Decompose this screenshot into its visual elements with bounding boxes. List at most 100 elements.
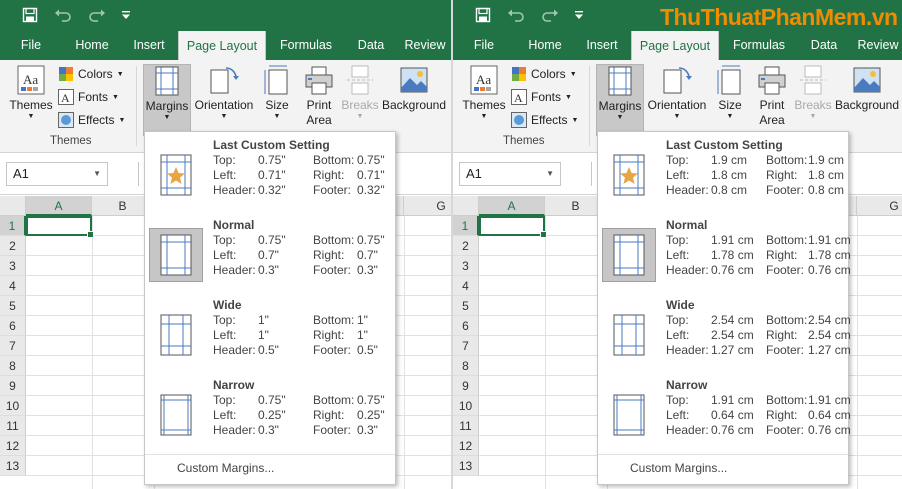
- column-header[interactable]: G: [404, 196, 451, 216]
- active-cell[interactable]: [479, 216, 547, 238]
- undo-icon[interactable]: [50, 5, 76, 25]
- column-header[interactable]: G: [857, 196, 902, 216]
- effects-button[interactable]: Effects ▼: [58, 110, 125, 130]
- tab-home[interactable]: Home: [64, 30, 120, 60]
- print-area-button[interactable]: Print Area: [754, 64, 790, 132]
- footer-value: 0.8 cm: [808, 183, 845, 197]
- right-value: 0.64 cm: [808, 408, 851, 422]
- row-header[interactable]: 4: [0, 276, 26, 296]
- margin-option-normal[interactable]: Normal Top: 1.91 cm Bottom: 1.91 cm Left…: [598, 212, 851, 292]
- themes-button[interactable]: Aa Themes ▼: [8, 64, 54, 132]
- margin-option-wide[interactable]: Wide Top: 1" Bottom: 1" Left: 1" Right: …: [145, 292, 395, 372]
- normal-margins-icon: [149, 228, 203, 282]
- tab-file[interactable]: File: [12, 30, 50, 60]
- breaks-button[interactable]: Breaks ▼: [341, 64, 379, 132]
- orientation-button[interactable]: Orientation ▼: [646, 64, 708, 132]
- row-header[interactable]: 5: [0, 296, 26, 316]
- row-header[interactable]: 9: [453, 376, 479, 396]
- customize-qat-icon[interactable]: [571, 5, 587, 25]
- row-header[interactable]: 9: [0, 376, 26, 396]
- fonts-button[interactable]: A Fonts ▼: [511, 87, 572, 107]
- row-header[interactable]: 5: [453, 296, 479, 316]
- row-header[interactable]: 8: [0, 356, 26, 376]
- row-header[interactable]: 12: [0, 436, 26, 456]
- row-header[interactable]: 2: [453, 236, 479, 256]
- colors-button[interactable]: Colors ▼: [58, 64, 124, 84]
- colors-button[interactable]: Colors ▼: [511, 64, 577, 84]
- footer-label: Footer:: [766, 423, 805, 437]
- margins-icon: [608, 66, 632, 96]
- row-header[interactable]: 6: [0, 316, 26, 336]
- save-icon[interactable]: [20, 5, 40, 25]
- row-header[interactable]: 7: [453, 336, 479, 356]
- row-header[interactable]: 11: [0, 416, 26, 436]
- redo-icon[interactable]: [537, 5, 563, 25]
- tab-home[interactable]: Home: [517, 30, 573, 60]
- tab-formulas[interactable]: Formulas: [724, 30, 794, 60]
- column-header[interactable]: A: [26, 196, 92, 216]
- tab-review[interactable]: Review: [852, 30, 902, 60]
- margin-option-last-custom-setting[interactable]: Last Custom Setting Top: 1.9 cm Bottom: …: [598, 132, 848, 212]
- row-header[interactable]: 11: [453, 416, 479, 436]
- margin-option-narrow[interactable]: Narrow Top: 0.75" Bottom: 0.75" Left: 0.…: [145, 372, 395, 452]
- background-button[interactable]: Background: [381, 64, 447, 132]
- row-header[interactable]: 3: [453, 256, 479, 276]
- margin-option-narrow[interactable]: Narrow Top: 1.91 cm Bottom: 1.91 cm Left…: [598, 372, 851, 452]
- print-area-button[interactable]: Print Area: [301, 64, 337, 132]
- active-cell[interactable]: [26, 216, 94, 238]
- row-header[interactable]: 13: [453, 456, 479, 476]
- header-label: Header:: [666, 263, 709, 277]
- row-header[interactable]: 3: [0, 256, 26, 276]
- top-value: 1.9 cm: [711, 153, 748, 167]
- row-header[interactable]: 13: [0, 456, 26, 476]
- row-header[interactable]: 10: [453, 396, 479, 416]
- name-box[interactable]: A1 ▼: [459, 162, 561, 186]
- tab-review[interactable]: Review: [399, 30, 451, 60]
- row-header[interactable]: 1: [0, 216, 26, 236]
- effects-button[interactable]: Effects ▼: [511, 110, 578, 130]
- margin-option-last-custom-setting[interactable]: Last Custom Setting Top: 0.75" Bottom: 0…: [145, 132, 395, 212]
- select-all-corner[interactable]: [453, 196, 479, 216]
- tab-insert[interactable]: Insert: [577, 30, 627, 60]
- menu-divider: [598, 454, 848, 455]
- left-value: 1.8 cm: [711, 168, 748, 182]
- size-button[interactable]: Size ▼: [262, 64, 292, 132]
- tab-page-layout[interactable]: Page Layout: [178, 31, 266, 60]
- chevron-down-icon: ▼: [118, 116, 126, 124]
- redo-icon[interactable]: [84, 5, 110, 25]
- row-header[interactable]: 10: [0, 396, 26, 416]
- margins-button[interactable]: Margins ▼: [596, 64, 644, 136]
- themes-button[interactable]: Aa Themes ▼: [461, 64, 507, 132]
- row-header[interactable]: 12: [453, 436, 479, 456]
- tab-page-layout[interactable]: Page Layout: [631, 31, 719, 60]
- tab-file[interactable]: File: [465, 30, 503, 60]
- background-button[interactable]: Background: [834, 64, 900, 132]
- row-header[interactable]: 8: [453, 356, 479, 376]
- select-all-corner[interactable]: [0, 196, 26, 216]
- undo-icon[interactable]: [503, 5, 529, 25]
- custom-margins-item[interactable]: Custom Margins...: [177, 461, 274, 475]
- row-header[interactable]: 6: [453, 316, 479, 336]
- right-label: Right:: [766, 408, 798, 422]
- row-header[interactable]: 4: [453, 276, 479, 296]
- breaks-button[interactable]: Breaks ▼: [794, 64, 832, 132]
- row-header[interactable]: 7: [0, 336, 26, 356]
- margin-option-wide[interactable]: Wide Top: 2.54 cm Bottom: 2.54 cm Left: …: [598, 292, 851, 372]
- margin-option-normal[interactable]: Normal Top: 0.75" Bottom: 0.75" Left: 0.…: [145, 212, 395, 292]
- fonts-button[interactable]: A Fonts ▼: [58, 87, 119, 107]
- margins-button[interactable]: Margins ▼: [143, 64, 191, 136]
- row-header[interactable]: 1: [453, 216, 479, 236]
- row-header[interactable]: 2: [0, 236, 26, 256]
- size-button[interactable]: Size ▼: [715, 64, 745, 132]
- column-header[interactable]: A: [479, 196, 545, 216]
- custom-margins-item[interactable]: Custom Margins...: [630, 461, 727, 475]
- name-box[interactable]: A1 ▼: [6, 162, 108, 186]
- orientation-button[interactable]: Orientation ▼: [193, 64, 255, 132]
- save-icon[interactable]: [473, 5, 493, 25]
- customize-qat-icon[interactable]: [118, 5, 134, 25]
- tab-data[interactable]: Data: [347, 30, 395, 60]
- tab-data[interactable]: Data: [800, 30, 848, 60]
- tab-insert[interactable]: Insert: [124, 30, 174, 60]
- tab-formulas[interactable]: Formulas: [271, 30, 341, 60]
- bottom-value: 1.9 cm: [808, 153, 845, 167]
